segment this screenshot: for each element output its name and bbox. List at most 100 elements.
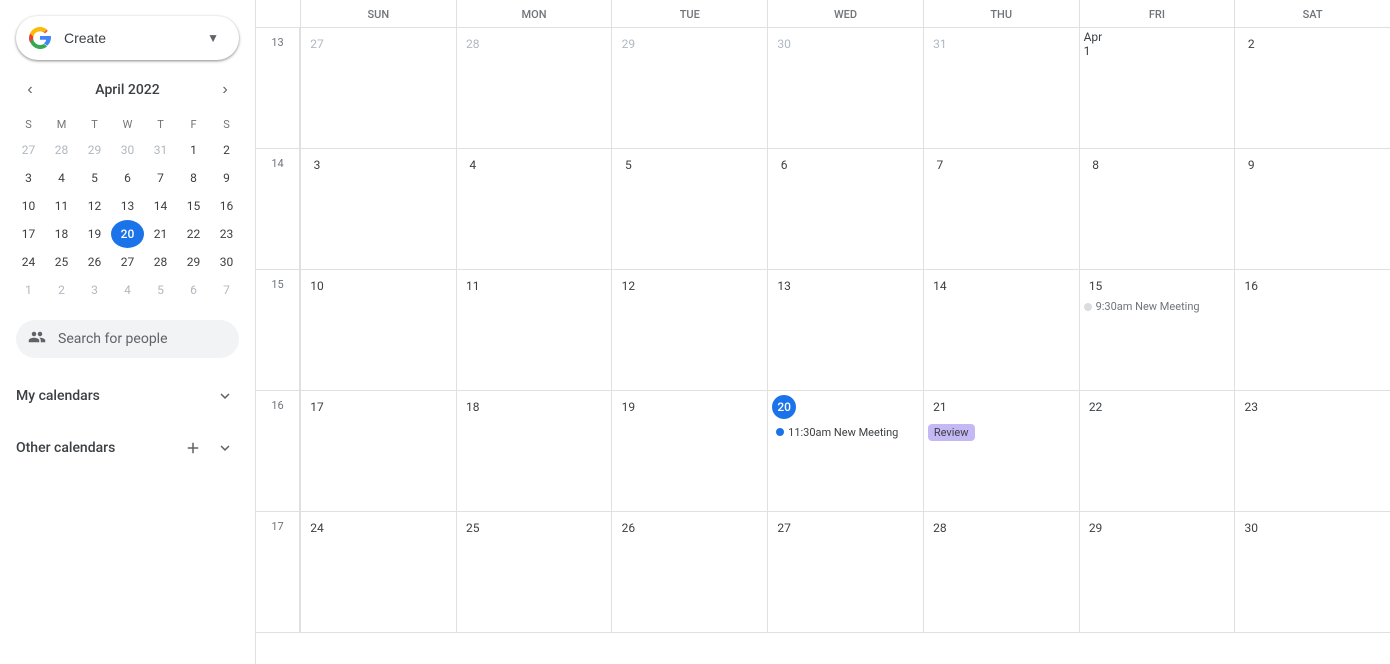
day-cell-27-apr[interactable]: 27 [767, 512, 923, 632]
day-number[interactable]: 26 [616, 516, 640, 540]
mini-cal-day[interactable]: 31 [144, 136, 177, 164]
day-cell-17[interactable]: 17 [300, 391, 456, 511]
mini-cal-day[interactable]: 27 [111, 248, 144, 276]
day-cell-16[interactable]: 16 [1234, 270, 1390, 390]
mini-cal-day[interactable]: 13 [111, 192, 144, 220]
day-cell-10[interactable]: 10 [300, 270, 456, 390]
mini-cal-day[interactable]: 15 [177, 192, 210, 220]
prev-month-button[interactable]: ‹ [16, 76, 44, 104]
other-calendars-expand-button[interactable] [211, 434, 239, 462]
new-meeting-dot-event[interactable]: 11:30am New Meeting [772, 424, 902, 441]
day-cell-30-apr[interactable]: 30 [1234, 512, 1390, 632]
day-number[interactable]: 21 [928, 395, 952, 419]
day-number[interactable]: 6 [772, 153, 796, 177]
day-number[interactable]: 18 [461, 395, 485, 419]
mini-cal-day[interactable]: 19 [78, 220, 111, 248]
mini-cal-day[interactable]: 4 [45, 164, 78, 192]
day-number[interactable]: 29 [1084, 516, 1108, 540]
day-number[interactable]: 22 [1084, 395, 1108, 419]
mini-cal-day[interactable]: 1 [12, 276, 45, 304]
day-number-today[interactable]: 20 [772, 395, 796, 419]
day-number[interactable]: 8 [1084, 153, 1108, 177]
day-number[interactable]: 2 [1239, 32, 1263, 56]
day-cell-11[interactable]: 11 [456, 270, 612, 390]
mini-cal-day[interactable]: 22 [177, 220, 210, 248]
mini-cal-day[interactable]: 18 [45, 220, 78, 248]
day-cell-3[interactable]: 3 [300, 149, 456, 269]
mini-cal-day[interactable]: 30 [111, 136, 144, 164]
next-month-button[interactable]: › [211, 76, 239, 104]
other-calendars-header[interactable]: Other calendars [16, 426, 239, 470]
mini-cal-day[interactable]: 20 [111, 220, 144, 248]
day-number[interactable]: 3 [305, 153, 329, 177]
day-cell-4[interactable]: 4 [456, 149, 612, 269]
mini-cal-day[interactable]: 14 [144, 192, 177, 220]
day-number[interactable]: 12 [616, 274, 640, 298]
add-other-calendar-button[interactable] [179, 434, 207, 462]
day-cell-14[interactable]: 14 [923, 270, 1079, 390]
day-cell-22[interactable]: 22 [1079, 391, 1235, 511]
day-number[interactable]: 16 [1239, 274, 1263, 298]
day-cell-24[interactable]: 24 [300, 512, 456, 632]
day-number[interactable]: 13 [772, 274, 796, 298]
day-cell-27-mar[interactable]: 27 [300, 28, 456, 148]
mini-cal-day[interactable]: 8 [177, 164, 210, 192]
mini-cal-day[interactable]: 29 [78, 136, 111, 164]
mini-cal-day[interactable]: 5 [78, 164, 111, 192]
day-cell-30-mar[interactable]: 30 [767, 28, 923, 148]
mini-cal-day[interactable]: 4 [111, 276, 144, 304]
day-number[interactable]: 9 [1239, 153, 1263, 177]
day-number[interactable]: 31 [928, 32, 952, 56]
day-cell-29-apr[interactable]: 29 [1079, 512, 1235, 632]
mini-cal-day[interactable]: 29 [177, 248, 210, 276]
review-event-chip[interactable]: Review [928, 424, 975, 441]
day-cell-28-mar[interactable]: 28 [456, 28, 612, 148]
day-number[interactable]: 30 [772, 32, 796, 56]
day-number[interactable]: 15 [1084, 274, 1108, 298]
search-people-input[interactable]: Search for people [16, 320, 239, 358]
day-cell-7[interactable]: 7 [923, 149, 1079, 269]
day-cell-13[interactable]: 13 [767, 270, 923, 390]
mini-cal-day[interactable]: 5 [144, 276, 177, 304]
mini-cal-day[interactable]: 9 [210, 164, 243, 192]
day-number[interactable]: 30 [1239, 516, 1263, 540]
day-cell-25[interactable]: 25 [456, 512, 612, 632]
mini-cal-day[interactable]: 17 [12, 220, 45, 248]
day-number[interactable]: 4 [461, 153, 485, 177]
day-cell-18[interactable]: 18 [456, 391, 612, 511]
day-number[interactable]: Apr 1 [1084, 32, 1108, 56]
day-number[interactable]: 28 [928, 516, 952, 540]
mini-cal-day[interactable]: 10 [12, 192, 45, 220]
day-cell-23[interactable]: 23 [1234, 391, 1390, 511]
day-number[interactable]: 10 [305, 274, 329, 298]
day-number[interactable]: 14 [928, 274, 952, 298]
day-cell-20-today[interactable]: 20 11:30am New Meeting [767, 391, 923, 511]
day-cell-29-mar[interactable]: 29 [611, 28, 767, 148]
create-button[interactable]: Create ▼ [16, 16, 239, 60]
day-cell-apr-1[interactable]: Apr 1 [1079, 28, 1235, 148]
day-cell-21[interactable]: 21 Review [923, 391, 1079, 511]
day-cell-2-apr[interactable]: 2 [1234, 28, 1390, 148]
mini-cal-day[interactable]: 2 [210, 136, 243, 164]
day-number[interactable]: 27 [305, 32, 329, 56]
day-cell-19[interactable]: 19 [611, 391, 767, 511]
new-meeting-ghost-event[interactable]: 9:30am New Meeting [1084, 300, 1231, 313]
mini-cal-day[interactable]: 7 [210, 276, 243, 304]
mini-cal-day[interactable]: 6 [111, 164, 144, 192]
day-number[interactable]: 24 [305, 516, 329, 540]
day-number[interactable]: 19 [616, 395, 640, 419]
mini-cal-day[interactable]: 25 [45, 248, 78, 276]
mini-cal-day[interactable]: 7 [144, 164, 177, 192]
day-cell-12[interactable]: 12 [611, 270, 767, 390]
mini-cal-day[interactable]: 3 [12, 164, 45, 192]
mini-cal-day[interactable]: 6 [177, 276, 210, 304]
mini-cal-day[interactable]: 27 [12, 136, 45, 164]
mini-cal-day[interactable]: 2 [45, 276, 78, 304]
mini-cal-day[interactable]: 1 [177, 136, 210, 164]
day-number[interactable]: 25 [461, 516, 485, 540]
mini-cal-day[interactable]: 24 [12, 248, 45, 276]
day-cell-5[interactable]: 5 [611, 149, 767, 269]
mini-cal-day[interactable]: 30 [210, 248, 243, 276]
mini-cal-day[interactable]: 12 [78, 192, 111, 220]
day-number[interactable]: 27 [772, 516, 796, 540]
